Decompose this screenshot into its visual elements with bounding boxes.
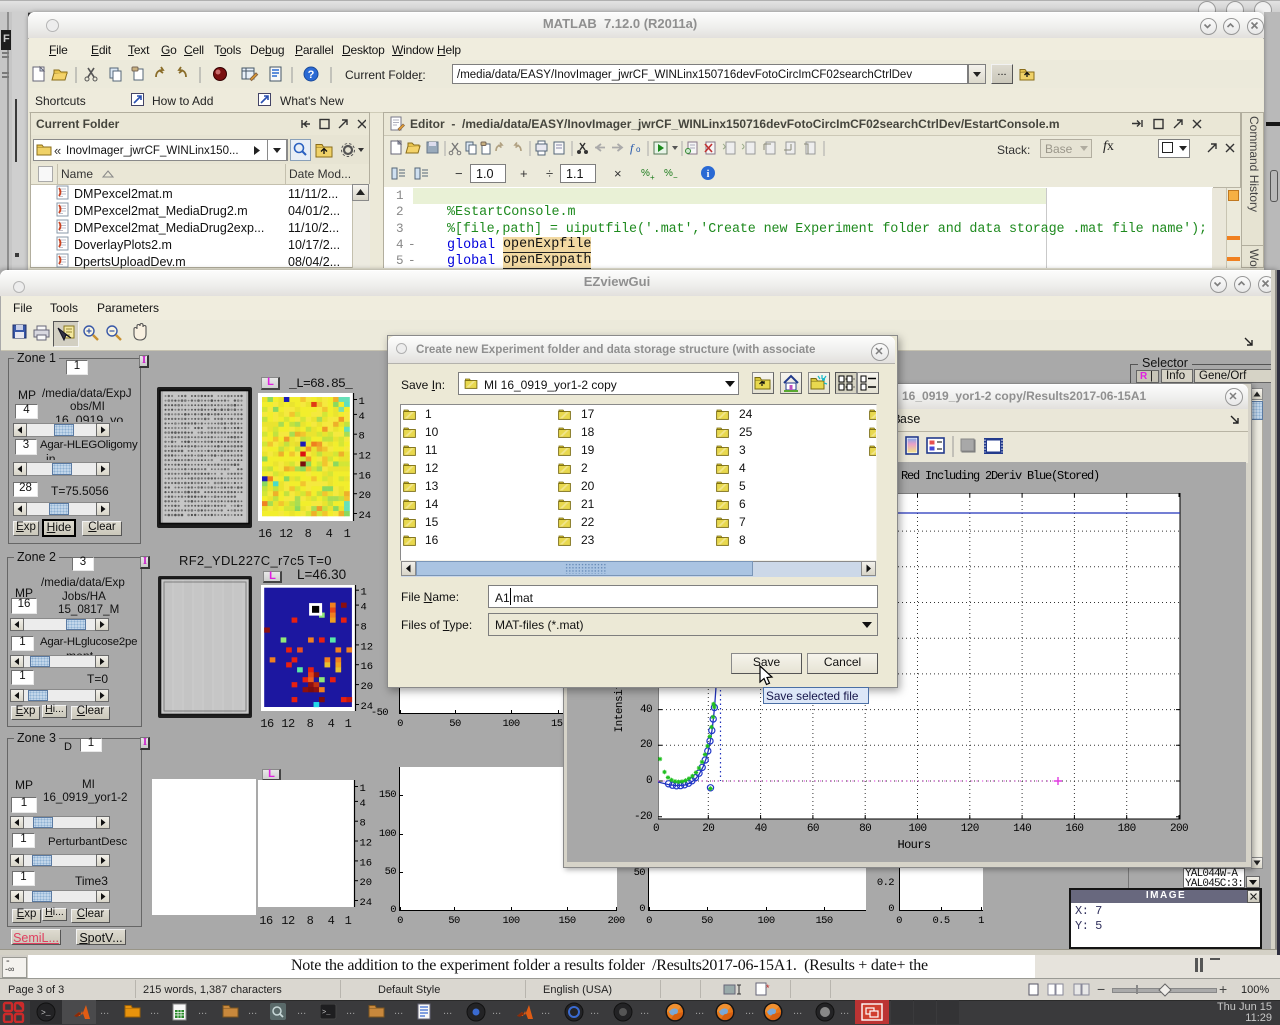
svg-text:−: −: [673, 173, 678, 182]
svg-text:>_: >_: [322, 1009, 331, 1017]
svg-text:4: 4: [359, 411, 365, 423]
svg-text:%: %: [641, 168, 650, 179]
svg-text:20: 20: [361, 681, 374, 693]
svg-text:20: 20: [360, 877, 373, 889]
svg-text:f: f: [630, 141, 635, 155]
svg-text:o: o: [636, 145, 641, 154]
svg-text:1: 1: [359, 396, 365, 408]
svg-text:20: 20: [359, 490, 372, 502]
svg-text:12: 12: [361, 641, 374, 653]
svg-text:i: i: [707, 169, 710, 180]
svg-text:12: 12: [359, 451, 372, 463]
svg-text:>_: >_: [41, 1009, 51, 1018]
svg-text:16: 16: [361, 661, 374, 673]
svg-text:%: %: [664, 168, 673, 179]
svg-text:+: +: [650, 173, 655, 182]
svg-text:4: 4: [361, 602, 367, 614]
svg-text:8: 8: [359, 431, 365, 443]
svg-text:*: *: [766, 983, 770, 993]
svg-text:?: ?: [308, 69, 315, 81]
svg-text:8: 8: [361, 622, 367, 634]
svg-text:16: 16: [359, 470, 372, 482]
svg-text:24: 24: [359, 510, 372, 522]
svg-text:1: 1: [361, 587, 367, 599]
